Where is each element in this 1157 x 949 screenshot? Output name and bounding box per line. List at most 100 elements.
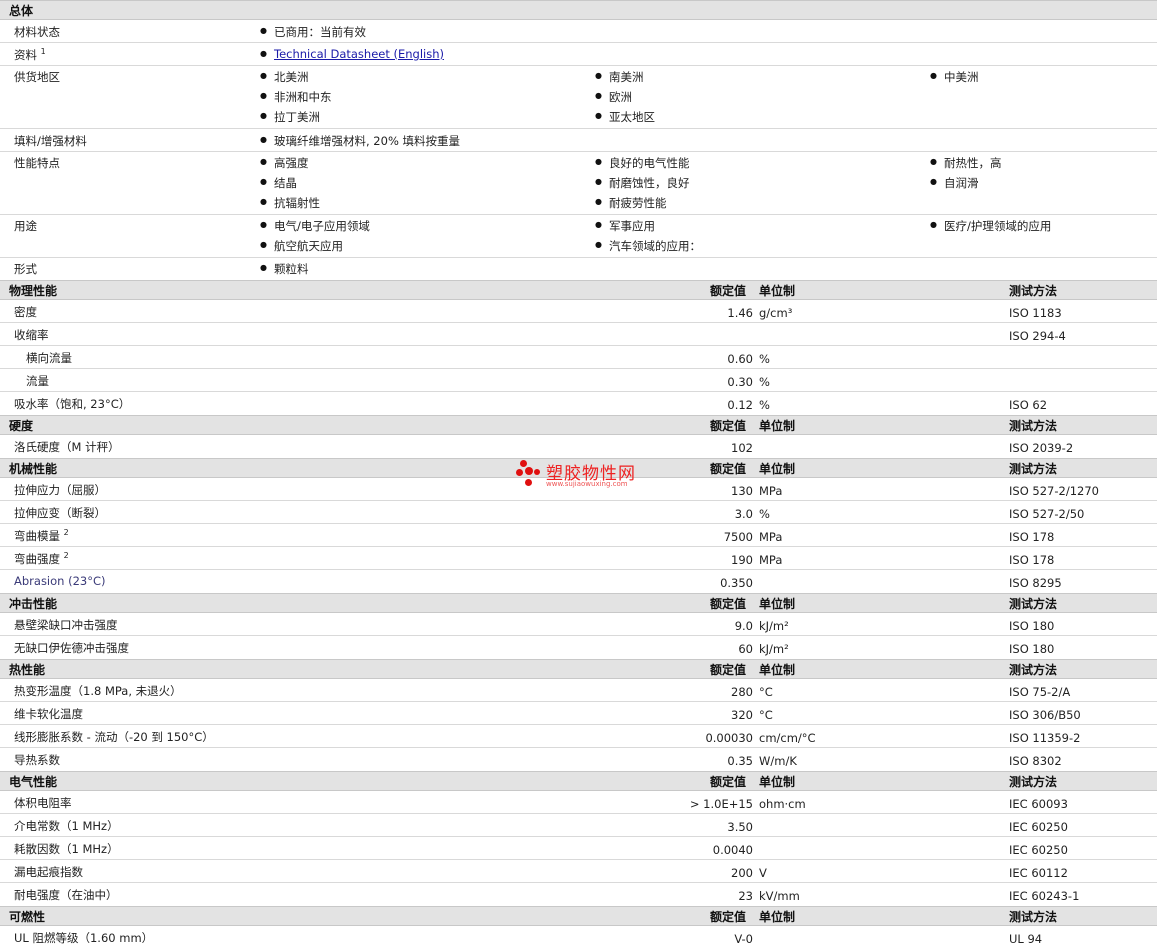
column-header-method: 测试方法 [1009, 462, 1058, 476]
row-unit: MPa [759, 484, 783, 498]
column-header-value: 额定值 [710, 775, 747, 789]
row-value: 0.60 [727, 352, 753, 366]
list-item: 医疗/护理领域的应用 [930, 218, 1051, 234]
row-label: 收缩率 [14, 327, 49, 343]
row-unit: V [759, 866, 767, 880]
row-form: 形式 颗粒料 [0, 258, 1157, 280]
table-row: 体积电阻率 > 1.0E+15 ohm·cm IEC 60093 [0, 791, 1157, 814]
row-label: 耐电强度（在油中） [14, 887, 118, 903]
table-row: 流量 0.30% [0, 369, 1157, 392]
column-header-method: 测试方法 [1009, 775, 1058, 789]
row-value: 280 [731, 685, 753, 699]
row-unit: % [759, 375, 770, 389]
table-row: 无缺口伊佐德冲击强度 60 kJ/m² ISO 180 [0, 636, 1157, 659]
row-value: 0.350 [720, 576, 753, 590]
row-label-text: 流量 [26, 374, 49, 388]
table-row: 收缩率 ISO 294-4 [0, 323, 1157, 346]
row-unit: kJ/m² [759, 619, 789, 633]
row-unit: % [759, 507, 770, 521]
row-value: 320 [731, 708, 753, 722]
row-method: ISO 527-2/1270 [1009, 484, 1099, 498]
row-label: 无缺口伊佐德冲击强度 [14, 640, 129, 656]
list-item: 汽车领域的应用： [595, 238, 701, 254]
row-method: ISO 180 [1009, 642, 1055, 656]
row-label: 耗散因数（1 MHz） [14, 841, 119, 857]
row-unit: MPa [759, 530, 783, 544]
list-item: 亚太地区 [595, 109, 655, 125]
row-material-status: 材料状态 已商用：当前有效 [0, 20, 1157, 43]
technical-datasheet-link[interactable]: Technical Datasheet (English) [260, 47, 444, 61]
row-label-text: 体积电阻率 [14, 796, 72, 810]
table-row: 介电常数（1 MHz） 3.50 IEC 60250 [0, 814, 1157, 837]
row-method: ISO 8302 [1009, 754, 1062, 768]
table-row: 耗散因数（1 MHz） 0.0040 IEC 60250 [0, 837, 1157, 860]
column-header-unit: 单位制 [759, 597, 796, 611]
section-title: 物理性能 [9, 284, 58, 298]
row-unit: W/m/K [759, 754, 797, 768]
column-header-method: 测试方法 [1009, 284, 1058, 298]
list-item: 玻璃纤维增强材料, 20% 填料按重量 [260, 133, 460, 149]
row-label: 线形膨胀系数 - 流动（-20 到 150°C） [14, 729, 214, 745]
table-row: 洛氏硬度（M 计秤） 102 ISO 2039-2 [0, 435, 1157, 458]
row-unit: g/cm³ [759, 306, 793, 320]
list-item: 已商用：当前有效 [260, 24, 366, 40]
row-label: 洛氏硬度（M 计秤） [14, 439, 120, 455]
watermark-url: www.sujiaowuxing.com [546, 480, 628, 488]
list-item: 中美洲 [930, 69, 978, 85]
section-header: 可燃性 额定值 单位制 测试方法 [0, 906, 1157, 926]
column-header-value: 额定值 [710, 462, 747, 476]
row-label: 填料/增强材料 [14, 134, 87, 148]
row-method: IEC 60093 [1009, 797, 1068, 811]
row-unit: kJ/m² [759, 642, 789, 656]
row-method: IEC 60112 [1009, 866, 1068, 880]
row-label-text: Abrasion (23°C) [14, 574, 106, 588]
row-label: 材料状态 [14, 25, 60, 39]
column-header-unit: 单位制 [759, 284, 796, 298]
column-header-value: 额定值 [710, 597, 747, 611]
column-header-value: 额定值 [710, 419, 747, 433]
row-label-text: 拉伸应力（屈服） [14, 483, 106, 497]
list-item: 结晶 [260, 175, 297, 191]
row-label: 介电常数（1 MHz） [14, 818, 119, 834]
list-item: 耐磨蚀性，良好 [595, 175, 689, 191]
row-label-text: 弯曲模量 [14, 529, 60, 543]
watermark-logo: 塑胶物性网 www.sujiaowuxing.com [516, 458, 656, 494]
row-label: 用途 [14, 219, 37, 233]
row-unit: °C [759, 708, 773, 722]
list-item: 良好的电气性能 [595, 155, 689, 171]
row-method: ISO 75-2/A [1009, 685, 1071, 699]
section-header-general: 总体 [0, 0, 1157, 20]
list-item: 颗粒料 [260, 261, 308, 277]
row-label-text: 横向流量 [26, 351, 72, 365]
table-row: 维卡软化温度 320 °C ISO 306/B50 [0, 702, 1157, 725]
row-label-text: 吸水率（饱和, 23°C） [14, 397, 131, 411]
table-row: 弯曲模量 2 7500 MPa ISO 178 [0, 524, 1157, 547]
row-value: 0.35 [727, 754, 753, 768]
table-row: 拉伸应变（断裂） 3.0% ISO 527-2/50 [0, 501, 1157, 524]
row-filler: 填料/增强材料 玻璃纤维增强材料, 20% 填料按重量 [0, 129, 1157, 152]
list-item: 耐热性，高 [930, 155, 1001, 171]
row-value: 190 [731, 553, 753, 567]
row-unit: % [759, 398, 770, 412]
list-item: 电气/电子应用领域 [260, 218, 370, 234]
list-item: 非洲和中东 [260, 89, 331, 105]
section-header: 电气性能 额定值 单位制 测试方法 [0, 771, 1157, 791]
table-row: UL 阻燃等级（1.60 mm） V-0 UL 94 [0, 926, 1157, 949]
row-method: ISO 527-2/50 [1009, 507, 1085, 521]
table-row: Abrasion (23°C) 0.350 ISO 8295 [0, 570, 1157, 593]
row-label: 拉伸应变（断裂） [14, 505, 106, 521]
row-label: 性能特点 [14, 156, 60, 170]
row-value: > 1.0E+15 [689, 797, 753, 811]
row-label-text: 维卡软化温度 [14, 707, 83, 721]
row-datasheet: 资料 1 Technical Datasheet (English) [0, 43, 1157, 66]
row-unit: °C [759, 685, 773, 699]
row-value: 7500 [723, 530, 753, 544]
table-row: 漏电起痕指数 200 V IEC 60112 [0, 860, 1157, 883]
row-method: ISO 2039-2 [1009, 441, 1074, 455]
column-header-method: 测试方法 [1009, 597, 1058, 611]
row-label: 维卡软化温度 [14, 706, 83, 722]
row-label-text: 耗散因数（1 MHz） [14, 842, 119, 856]
row-value: 102 [731, 441, 753, 455]
row-label: 吸水率（饱和, 23°C） [14, 396, 130, 412]
row-value: 0.12 [727, 398, 753, 412]
